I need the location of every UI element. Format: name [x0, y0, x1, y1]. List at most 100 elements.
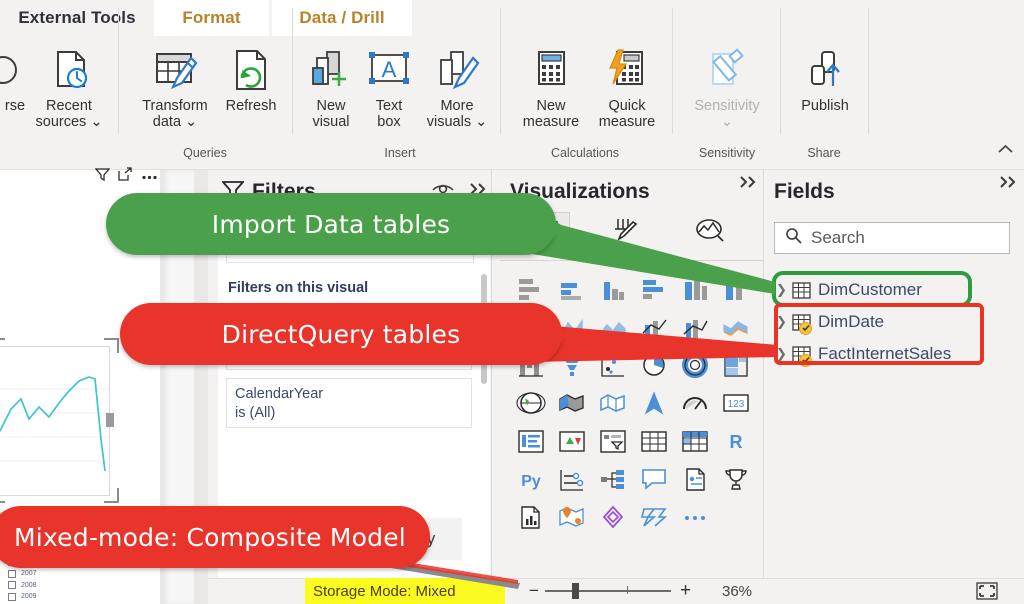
slicer-checkbox[interactable] [8, 581, 16, 590]
ribbon-refresh-button[interactable]: Refresh [216, 40, 286, 114]
selection-handle[interactable] [0, 338, 5, 353]
hundred-stacked-column-chart-icon[interactable] [715, 270, 756, 308]
selection-handle[interactable] [0, 488, 5, 503]
filter-card-name: CalendarYear [235, 386, 324, 402]
clustered-bar-chart-icon[interactable] [592, 270, 633, 308]
decomposition-tree-icon[interactable] [592, 460, 633, 498]
ribbon-group-queries: Queries [183, 146, 227, 160]
ribbon-publish-label: Publish [801, 98, 849, 114]
more-visuals-icon [433, 40, 481, 94]
donut-chart-icon[interactable] [674, 346, 715, 384]
search-input[interactable]: Search [774, 222, 1010, 254]
slicer-checkbox[interactable] [8, 569, 16, 578]
selection-handle[interactable] [104, 338, 119, 353]
chevron-right-double-icon[interactable] [738, 174, 760, 195]
fit-to-page-icon[interactable] [976, 582, 998, 600]
get-more-visuals-icon[interactable] [715, 460, 756, 498]
ribbon-more-visuals-button[interactable]: More visuals ⌄ [420, 40, 494, 130]
ribbon-separator [780, 8, 781, 134]
line-and-stacked-column-chart-icon[interactable] [633, 308, 674, 346]
python-visual-icon[interactable]: Py [510, 460, 551, 498]
format-tab[interactable] [602, 212, 650, 252]
arcgis-maps-icon[interactable] [551, 498, 592, 536]
map-chart-icon[interactable] [510, 384, 551, 422]
visualization-gallery-row: Py [510, 460, 760, 498]
slicer-checkbox[interactable] [8, 592, 16, 601]
zoom-in-button[interactable]: + [680, 578, 691, 604]
hundred-stacked-bar-chart-icon[interactable] [674, 270, 715, 308]
power-automate-icon[interactable] [633, 498, 674, 536]
multi-row-card-icon[interactable] [510, 422, 551, 460]
ribbon-separator [868, 8, 869, 134]
visualization-gallery-row: 123 [510, 384, 760, 422]
line-chart-visual[interactable] [0, 346, 110, 496]
visual-header-toolbar[interactable] [54, 167, 158, 187]
more-options-icon[interactable] [674, 498, 715, 536]
analytics-tab[interactable] [686, 212, 734, 252]
ribbon-new-visual-button[interactable]: New visual [304, 40, 358, 130]
recent-sources-icon [46, 40, 92, 94]
ribbon-chart-icon[interactable] [715, 308, 756, 346]
selection-handle[interactable] [106, 413, 114, 427]
shape-map-chart-icon[interactable] [592, 384, 633, 422]
svg-text:123: 123 [727, 399, 744, 410]
matrix-visual-icon[interactable] [674, 422, 715, 460]
stacked-area-chart-icon[interactable] [592, 308, 633, 346]
chevron-up-icon[interactable] [997, 142, 1014, 159]
treemap-chart-icon[interactable] [715, 346, 756, 384]
search-placeholder: Search [811, 228, 865, 247]
paintbrush-icon [610, 216, 642, 249]
ribbon-text-box-button[interactable]: A Text box [364, 40, 414, 130]
clustered-column-chart-icon[interactable] [633, 270, 674, 308]
filled-map-chart-icon[interactable] [551, 384, 592, 422]
slicer-item[interactable]: 2007 [8, 568, 148, 579]
azure-map-chart-icon[interactable] [633, 384, 674, 422]
slicer-item[interactable]: 2009 [8, 591, 148, 602]
funnel-chart-icon[interactable] [551, 346, 592, 384]
selection-handle[interactable] [104, 488, 119, 503]
slicer-item[interactable]: 2008 [8, 580, 148, 591]
ribbon-separator [500, 8, 501, 134]
tab-format[interactable]: Format [154, 0, 269, 36]
ribbon-group-insert: Insert [384, 146, 416, 160]
q-and-a-icon[interactable] [633, 460, 674, 498]
visualization-gallery-row [510, 498, 760, 536]
ribbon-transform-data-button[interactable]: Transform data ⌄ [132, 40, 218, 130]
more-options-icon[interactable] [141, 168, 158, 186]
storage-mode-label: Storage Mode: Mixed [313, 582, 456, 600]
ribbon-sensitivity-button[interactable]: Sensitivity ⌄ [684, 40, 770, 130]
focus-mode-icon[interactable] [118, 167, 133, 187]
power-apps-icon[interactable] [592, 498, 633, 536]
stacked-column-chart-icon[interactable] [551, 270, 592, 308]
zoom-out-button[interactable]: − [529, 578, 539, 604]
pie-chart-icon[interactable] [633, 346, 674, 384]
svg-text:R: R [729, 432, 742, 452]
kpi-chart-icon[interactable] [551, 422, 592, 460]
zoom-slider-thumb[interactable] [572, 583, 579, 599]
smart-narrative-icon[interactable] [674, 460, 715, 498]
scatter-chart-icon[interactable] [592, 346, 633, 384]
ribbon-quick-measure-label: Quick measure [598, 98, 656, 130]
paginated-report-icon[interactable] [510, 498, 551, 536]
zoom-slider-track[interactable] [545, 590, 671, 592]
ribbon-quick-measure-button[interactable]: Quick measure [586, 40, 668, 130]
empty-cell [715, 498, 756, 536]
slicer-visual-icon[interactable] [592, 422, 633, 460]
ribbon-recent-sources-button[interactable]: Recent sources ⌄ [28, 40, 110, 130]
tab-data-drill[interactable]: Data / Drill [272, 0, 412, 36]
key-influencers-icon[interactable] [551, 460, 592, 498]
line-and-clustered-column-chart-icon[interactable] [674, 308, 715, 346]
ribbon-new-measure-button[interactable]: New measure [512, 40, 590, 130]
chevron-right-double-icon[interactable] [998, 174, 1020, 195]
fields-pane-title: Fields [774, 180, 835, 203]
gauge-chart-icon[interactable] [674, 384, 715, 422]
slicer-item-label: 2009 [21, 593, 37, 601]
filter-icon[interactable] [94, 167, 111, 187]
card-chart-icon[interactable]: 123 [715, 384, 756, 422]
tab-external-tools[interactable]: External Tools [0, 0, 154, 36]
composite-callout-text: Mixed-mode: Composite Model [14, 522, 406, 552]
table-visual-icon[interactable] [633, 422, 674, 460]
r-script-visual-icon[interactable]: R [715, 422, 756, 460]
ribbon-publish-button[interactable]: Publish [790, 40, 860, 114]
filter-card[interactable]: CalendarYear is (All) [226, 378, 472, 428]
